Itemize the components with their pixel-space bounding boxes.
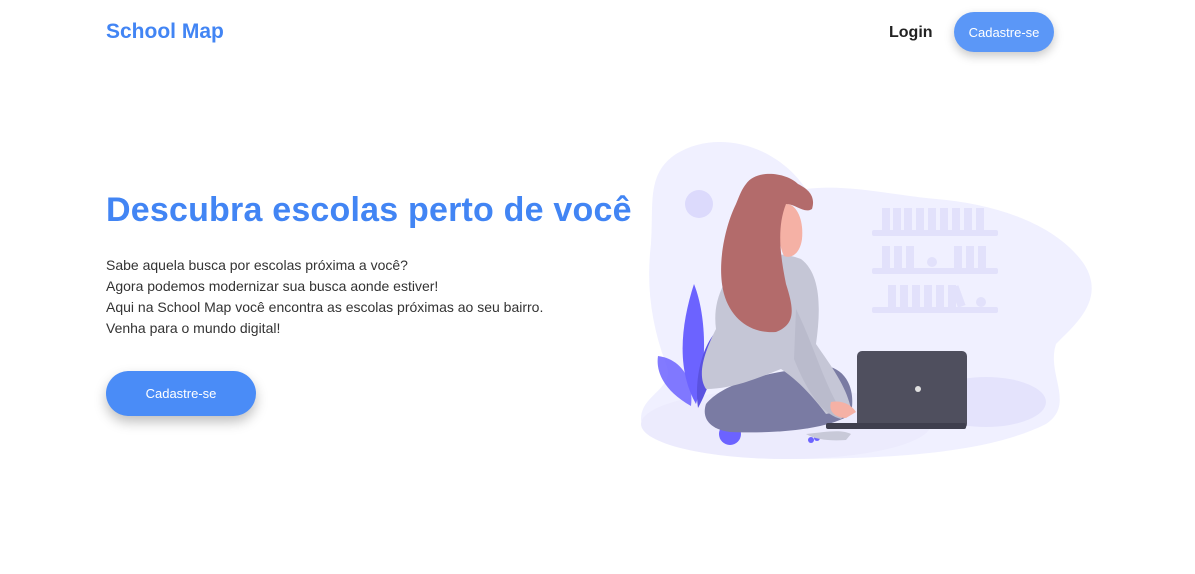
brand-logo[interactable]: School Map bbox=[106, 20, 224, 44]
hero-line: Agora podemos modernizar sua busca aonde… bbox=[106, 278, 439, 294]
login-link[interactable]: Login bbox=[889, 24, 933, 42]
hero-line: Aqui na School Map você encontra as esco… bbox=[106, 299, 544, 336]
top-navbar: School Map Login Cadastre-se bbox=[0, 0, 1195, 66]
hero-title: Descubra escolas perto de você bbox=[106, 191, 632, 229]
woman-laptop-illustration bbox=[636, 134, 1096, 464]
landing-page: School Map Login Cadastre-se Descubra es… bbox=[0, 0, 1195, 574]
signup-button-header[interactable]: Cadastre-se bbox=[954, 12, 1054, 52]
signup-button-hero[interactable]: Cadastre-se bbox=[106, 371, 256, 416]
hero-line: Sabe aquela busca por escolas próxima a … bbox=[106, 257, 408, 273]
hero-description: Sabe aquela busca por escolas próxima a … bbox=[106, 255, 546, 339]
